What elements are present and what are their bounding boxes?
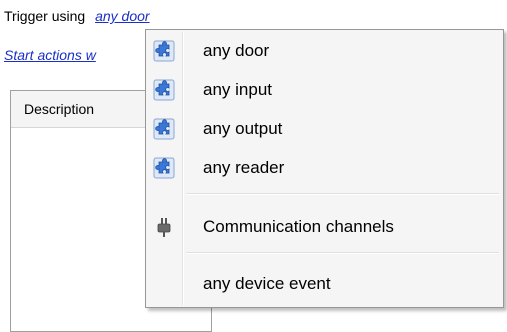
menu-item-communication-channels[interactable]: Communication channels [148, 210, 501, 244]
menu-item-any-input[interactable]: any input [148, 73, 501, 107]
trigger-row: Trigger using any door [4, 8, 150, 24]
puzzle-icon [153, 79, 175, 101]
menu-item-any-reader[interactable]: any reader [148, 151, 501, 185]
column-header-label: Description [24, 101, 95, 117]
trigger-link[interactable]: any door [95, 8, 149, 24]
puzzle-icon [153, 157, 175, 179]
menu-separator [186, 193, 499, 195]
menu-item-label: any input [203, 80, 272, 99]
plug-icon [153, 216, 175, 238]
trigger-dropdown-menu: any door any input any output any reader… [145, 29, 504, 308]
menu-separator [186, 252, 499, 254]
menu-item-label: any output [203, 119, 283, 138]
puzzle-icon [153, 118, 175, 140]
menu-item-any-device-event[interactable]: any device event [148, 267, 501, 301]
menu-item-any-door[interactable]: any door [148, 34, 501, 68]
start-actions-link[interactable]: Start actions w [4, 47, 96, 63]
menu-item-label: any device event [203, 274, 331, 293]
menu-item-any-output[interactable]: any output [148, 112, 501, 146]
menu-item-label: Communication channels [203, 217, 394, 236]
trigger-label: Trigger using [4, 8, 86, 24]
menu-item-label: any reader [203, 158, 285, 177]
menu-item-label: any door [203, 41, 270, 60]
puzzle-icon [153, 40, 175, 62]
